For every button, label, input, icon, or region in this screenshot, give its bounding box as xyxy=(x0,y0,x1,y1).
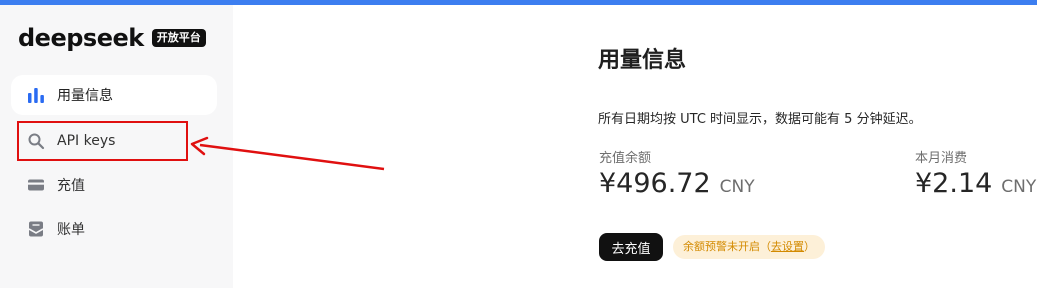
monthly-spend-label: 本月消费 xyxy=(915,151,968,166)
alert-text: 余额预警未开启（ xyxy=(683,240,771,253)
utc-notice: 所有日期均按 UTC 时间显示，数据可能有 5 分钟延迟。 xyxy=(598,112,922,127)
balance-currency: CNY xyxy=(719,177,755,197)
main-content: 用量信息 所有日期均按 UTC 时间显示，数据可能有 5 分钟延迟。 充值余额 … xyxy=(233,5,1037,288)
balance-label: 充值余额 xyxy=(599,151,652,166)
monthly-spend-amount: ¥2.14 xyxy=(915,168,993,199)
alert-settings-link[interactable]: 去设置 xyxy=(771,240,804,253)
alert-text-close: ） xyxy=(804,240,815,253)
balance-stat: 充值余额 ¥496.72 CNY xyxy=(599,147,755,199)
balance-alert-badge: 余额预警未开启（去设置） xyxy=(673,235,825,259)
monthly-spend-currency: CNY xyxy=(1001,177,1037,197)
balance-amount: ¥496.72 xyxy=(599,168,711,199)
page-title: 用量信息 xyxy=(598,48,687,73)
topup-button[interactable]: 去充值 xyxy=(599,233,663,261)
monthly-spend-stat: 本月消费 ¥2.14 CNY xyxy=(915,147,1036,199)
